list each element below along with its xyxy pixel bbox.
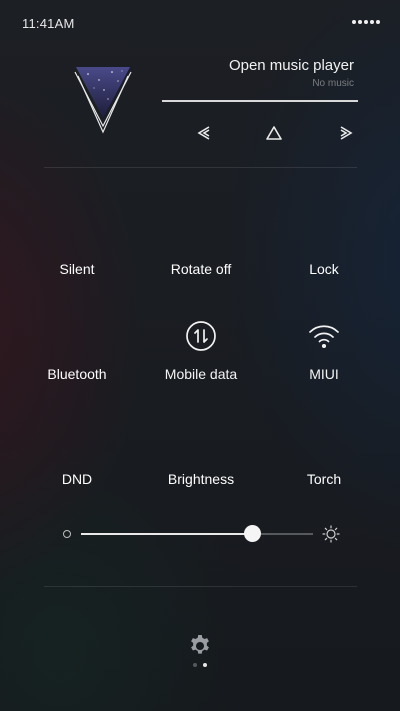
toggle-label: Silent [59, 261, 95, 277]
next-icon[interactable] [333, 122, 359, 144]
player-subtitle: No music [312, 78, 354, 89]
wifi-icon [307, 319, 341, 353]
auto-brightness-icon [184, 424, 218, 458]
prev-icon[interactable] [191, 122, 217, 144]
status-time: 11:41AM [22, 16, 75, 31]
toggle-mobile-data[interactable]: Mobile data [146, 319, 256, 395]
toggle-torch[interactable]: Torch [269, 424, 379, 500]
toggle-label: Torch [306, 471, 342, 487]
toggle-bluetooth[interactable]: Bluetooth [22, 319, 132, 395]
toggle-silent[interactable]: Silent [22, 214, 132, 290]
toggle-label: Rotate off [170, 261, 232, 277]
toggle-label: Mobile data [164, 366, 238, 382]
toggle-label: Bluetooth [47, 366, 107, 382]
lock-icon [307, 214, 341, 248]
brightness-high-icon [322, 525, 340, 543]
toggle-dnd[interactable]: DND [22, 424, 132, 500]
toggle-label: MIUI [309, 366, 339, 382]
brightness-slider-fill [81, 533, 253, 535]
pager-dot [193, 663, 197, 667]
page-indicator [193, 663, 207, 667]
divider-top [44, 167, 357, 168]
toggle-label: Lock [309, 261, 339, 277]
bell-off-icon [60, 214, 94, 248]
moon-icon [60, 424, 94, 458]
player-title[interactable]: Open music player [134, 57, 354, 74]
brightness-slider-thumb[interactable] [244, 525, 262, 542]
signal-icon [352, 20, 380, 24]
toggle-wifi[interactable]: MIUI [269, 319, 379, 395]
mobile-data-icon [184, 319, 218, 353]
play-icon[interactable] [261, 122, 287, 144]
toggle-label: DND [61, 471, 93, 487]
toggle-brightness[interactable]: Brightness [146, 424, 256, 500]
bluetooth-icon [60, 319, 94, 353]
flashlight-icon [307, 424, 341, 458]
divider-bottom [44, 586, 357, 587]
album-art[interactable] [74, 66, 132, 136]
music-progress-bar [162, 100, 358, 102]
brightness-low-icon [63, 530, 71, 538]
pager-dot [203, 663, 207, 667]
settings-gear-icon[interactable] [188, 634, 212, 658]
toggle-label: Brightness [167, 471, 235, 487]
rotate-lock-icon [184, 214, 218, 248]
toggle-lock[interactable]: Lock [269, 214, 379, 290]
toggle-rotate[interactable]: Rotate off [146, 214, 256, 290]
